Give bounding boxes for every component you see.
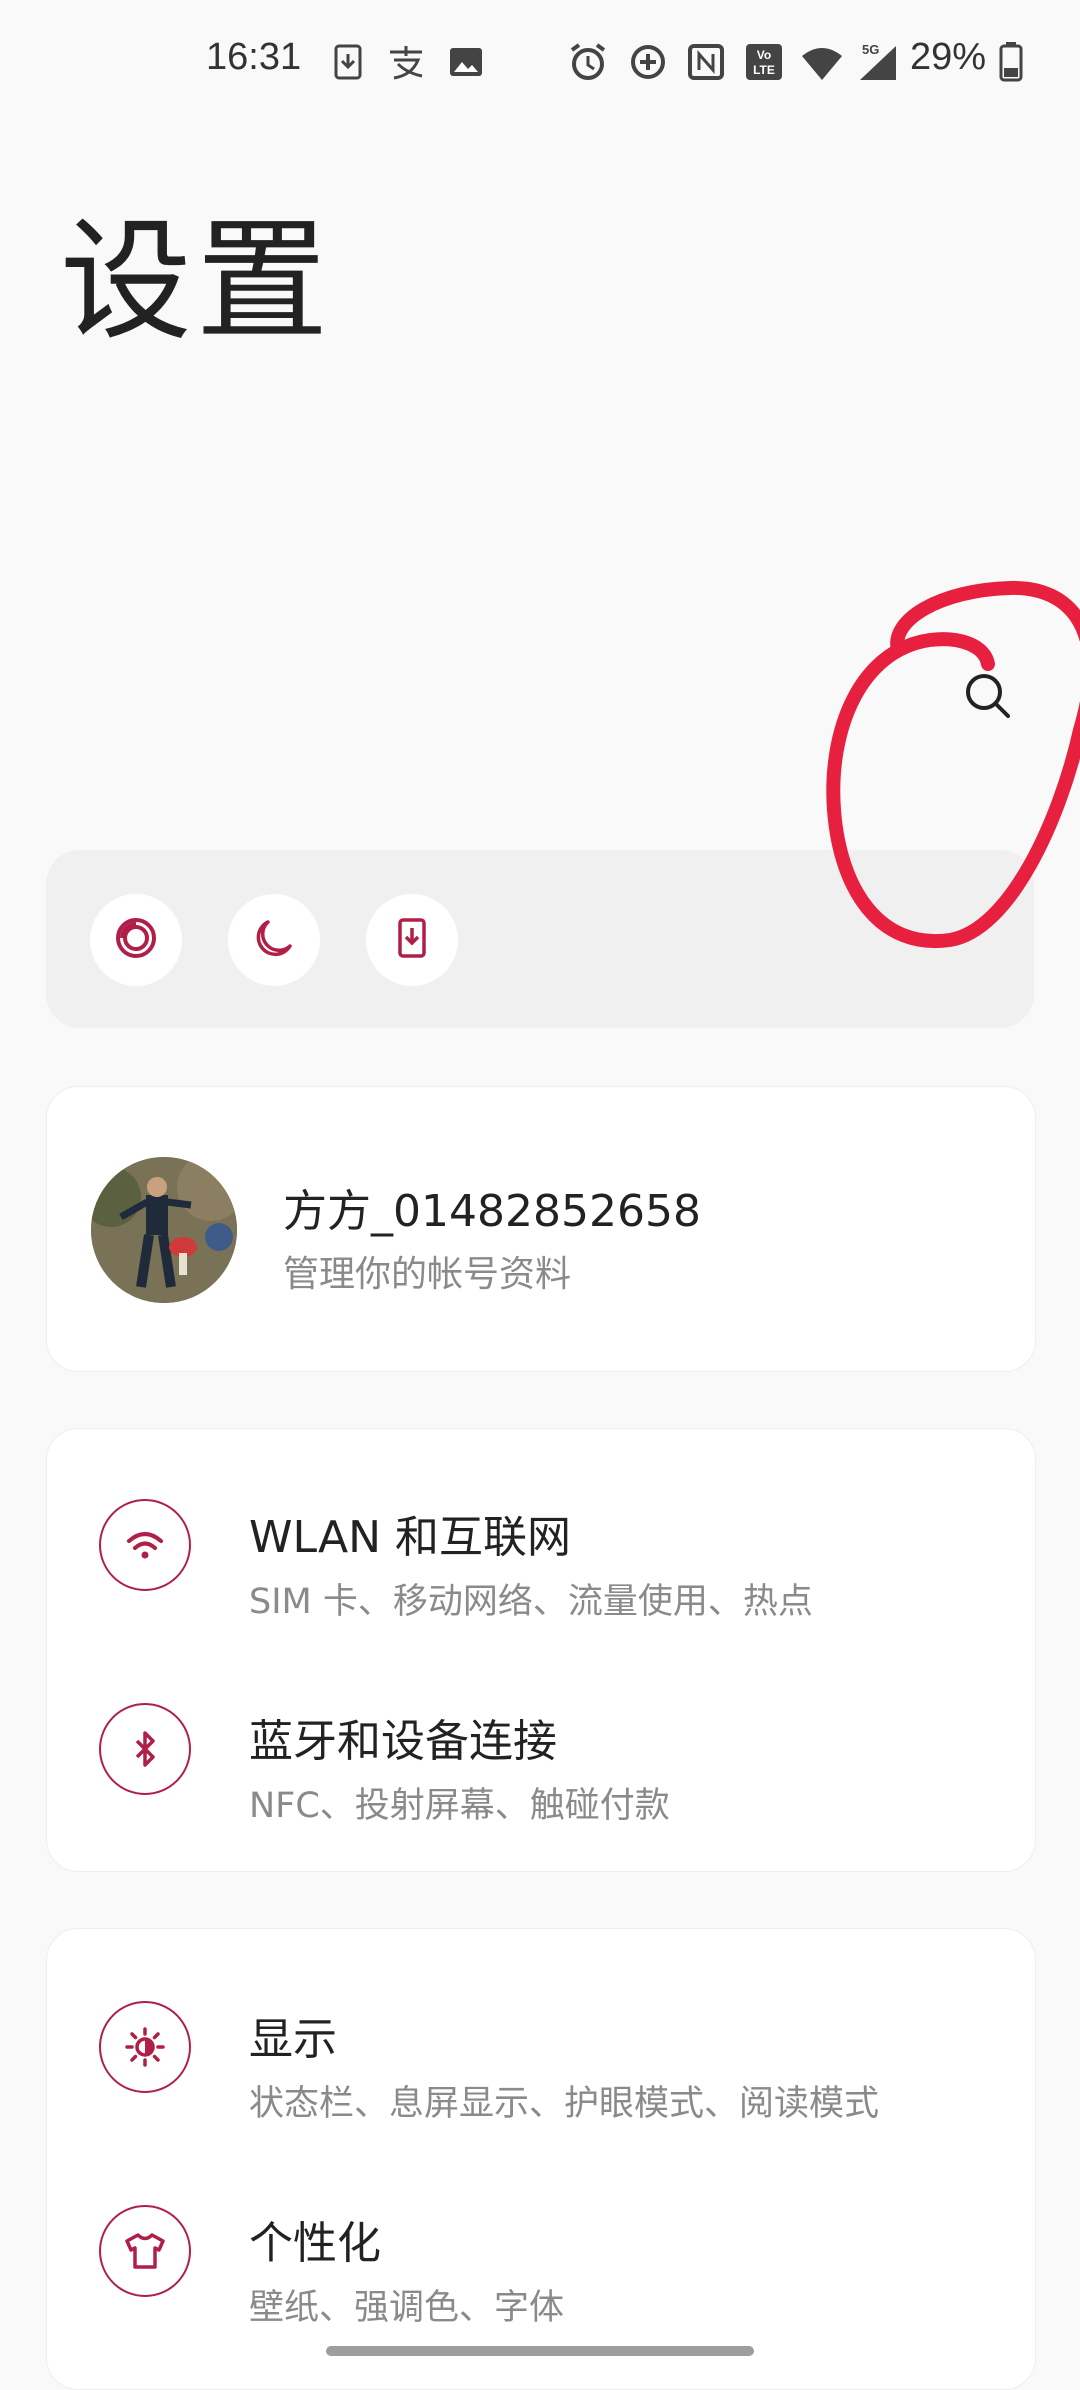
signal-icon: 5G <box>856 40 900 84</box>
settings-item-bluetooth[interactable]: 蓝牙和设备连接 NFC、投射屏幕、触碰付款 <box>47 1653 1035 1853</box>
settings-item-title: 蓝牙和设备连接 <box>249 1716 557 1767</box>
nfc-icon <box>684 40 728 84</box>
search-icon <box>960 668 1016 728</box>
settings-item-subtitle: NFC、投射屏幕、触碰付款 <box>249 1786 670 1826</box>
settings-item-subtitle: 状态栏、息屏显示、护眼模式、阅读模式 <box>249 2084 880 2124</box>
connectivity-group: WLAN 和互联网 SIM 卡、移动网络、流量使用、热点 蓝牙和设备连接 NFC… <box>46 1428 1036 1872</box>
display-group: 显示 状态栏、息屏显示、护眼模式、阅读模式 个性化 壁纸、强调色、字体 <box>46 1928 1036 2390</box>
svg-text:LTE: LTE <box>753 63 775 77</box>
network-type: 5G <box>862 42 879 57</box>
page-title: 设置 <box>60 205 332 359</box>
account-subtitle: 管理你的帐号资料 <box>283 1254 572 1295</box>
settings-item-title: WLAN 和互联网 <box>249 1512 572 1563</box>
account-name: 方方_01482852658 <box>283 1186 701 1237</box>
settings-item-personalization[interactable]: 个性化 壁纸、强调色、字体 <box>47 2155 1035 2355</box>
avatar <box>91 1157 237 1303</box>
tshirt-icon <box>99 2205 191 2297</box>
settings-item-title: 显示 <box>249 2014 337 2065</box>
bluetooth-icon <box>99 1703 191 1795</box>
settings-item-display[interactable]: 显示 状态栏、息屏显示、护眼模式、阅读模式 <box>47 1951 1035 2151</box>
settings-item-subtitle: SIM 卡、移动网络、流量使用、热点 <box>249 1582 813 1622</box>
quick-actions-panel <box>46 850 1034 1028</box>
settings-item-wlan[interactable]: WLAN 和互联网 SIM 卡、移动网络、流量使用、热点 <box>47 1449 1035 1649</box>
volte-icon: Vo LTE <box>742 40 786 84</box>
svg-text:Vo: Vo <box>757 48 771 62</box>
alipay-icon <box>384 40 428 84</box>
brightness-icon <box>99 2001 191 2093</box>
search-button[interactable] <box>950 660 1026 736</box>
data-saver-icon <box>626 40 670 84</box>
download-icon <box>326 40 370 84</box>
night-mode-button[interactable] <box>228 894 320 986</box>
status-time: 16:31 <box>206 36 302 78</box>
battery-icon <box>992 40 1036 84</box>
night-mode-icon <box>250 914 298 966</box>
phone-download-icon <box>388 914 436 966</box>
settings-item-subtitle: 壁纸、强调色、字体 <box>249 2288 565 2328</box>
status-bar: 16:31 Vo LTE 5G 29% <box>0 0 1080 120</box>
screen-record-icon <box>112 914 160 966</box>
battery-percent: 29% <box>910 36 987 78</box>
settings-item-title: 个性化 <box>249 2218 381 2269</box>
screen-record-button[interactable] <box>90 894 182 986</box>
phone-download-button[interactable] <box>366 894 458 986</box>
wifi-icon <box>800 40 844 84</box>
image-icon <box>444 40 488 84</box>
wifi-icon <box>99 1499 191 1591</box>
home-indicator[interactable] <box>326 2346 754 2356</box>
alarm-icon <box>566 40 610 84</box>
account-card[interactable]: 方方_01482852658 管理你的帐号资料 <box>46 1086 1036 1372</box>
